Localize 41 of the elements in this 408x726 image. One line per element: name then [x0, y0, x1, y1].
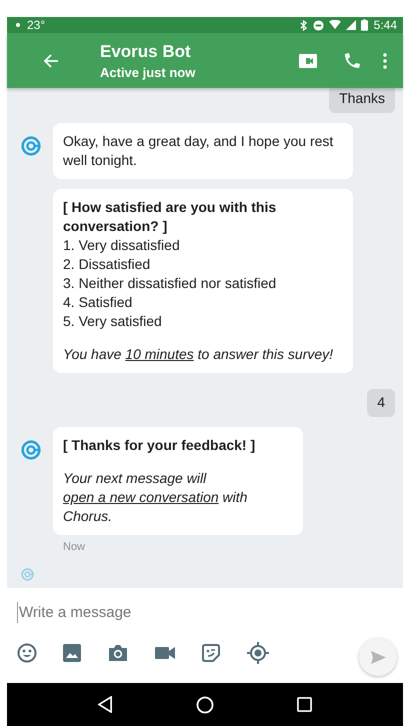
message-time: Now: [63, 541, 86, 553]
note-text: Your next message will open a new conversation with Chorus.: [63, 469, 248, 526]
bot-avatar-icon: [21, 136, 41, 156]
feedback-title: [ Thanks for your feedback! ]: [63, 436, 256, 455]
bot-avatar-icon: [21, 440, 41, 460]
chat-title: Evorus Bot: [100, 42, 192, 62]
survey-option: 2. Dissatisfied: [63, 255, 343, 274]
location-target-icon: [247, 642, 269, 664]
note-text: You have 10 minutes to answer this survey!: [63, 345, 334, 364]
video-camera-icon: [155, 647, 175, 659]
read-receipt-avatar-icon: [21, 568, 34, 581]
image-icon: [63, 644, 81, 662]
home-circle-icon: [196, 696, 214, 714]
back-triangle-icon: [98, 696, 114, 713]
video-camera-icon: [299, 54, 317, 68]
send-icon: [370, 650, 386, 664]
survey-option: 1. Very dissatisfied: [63, 236, 343, 255]
bluetooth-icon: [298, 20, 308, 30]
back-arrow-icon: [43, 52, 59, 68]
signal-icon: [346, 20, 356, 30]
clock-time: 5:44: [374, 18, 397, 32]
phone-icon: [343, 52, 361, 70]
bot-message: Okay, have a great day, and I hope you rest well tonight.: [53, 123, 353, 179]
sticker-icon: [201, 643, 221, 663]
link[interactable]: open a new conversation: [63, 489, 219, 505]
notification-dot-icon: [15, 22, 21, 28]
smiley-icon: [17, 643, 37, 663]
temperature: 23°: [27, 18, 46, 32]
more-options-icon: [383, 52, 387, 68]
chat-status: Active just now: [100, 64, 196, 80]
sent-message: 4: [367, 389, 395, 417]
survey-question: [ How satisfied are you with this conversation? ]: [63, 198, 278, 236]
survey-option: 3. Neither dissatisfied nor satisfied: [63, 274, 343, 293]
survey-option: 4. Satisfied: [63, 293, 343, 312]
square-icon: [296, 697, 312, 712]
wifi-icon: [328, 20, 341, 30]
battery-icon: [360, 19, 368, 31]
link[interactable]: 10 minutes: [125, 346, 194, 362]
survey-option: 5. Very satisfied: [63, 312, 343, 331]
do-not-disturb-icon: [312, 20, 324, 30]
camera-icon: [109, 645, 127, 661]
